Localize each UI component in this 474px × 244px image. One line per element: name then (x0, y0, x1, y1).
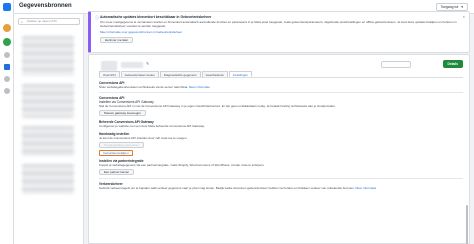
data-sources-icon[interactable] (4, 64, 10, 70)
list-item-redacted[interactable] (22, 84, 74, 118)
add-gateway-button[interactable]: Nieuwe gateway toevoegen (99, 110, 146, 116)
account-avatar-icon[interactable] (3, 24, 11, 32)
list-item-redacted[interactable] (22, 36, 74, 76)
settings-content: Conversions API Stuur websitegebeurtenis… (99, 81, 463, 190)
generate-token-button[interactable]: Toegangstoken genereren (99, 142, 144, 148)
edit-icon[interactable]: ✎ (146, 61, 149, 66)
data-source-detail-card: ✎ Details Overzicht Gebeurtenissen teste… (88, 54, 470, 244)
capi-learn-more-link[interactable]: Meer informatie (189, 85, 210, 89)
divider (99, 178, 463, 179)
divider (99, 92, 463, 93)
choose-partner-button[interactable]: Een partner kiezen (99, 169, 135, 175)
chevron-down-icon: ▾ (461, 4, 463, 9)
banner-title: Automatische updates binnenkort beschikb… (100, 15, 212, 19)
tab-test-events[interactable]: Gebeurtenissen testen (120, 71, 159, 77)
view-instructions-link[interactable]: Instructies bekijken (99, 150, 133, 156)
search-placeholder: Zoeken op naam of ID (27, 19, 57, 23)
details-button[interactable]: Details (442, 60, 463, 68)
tab-settings[interactable]: Instellingen (228, 71, 252, 77)
data-source-list: ⌕ Zoeken op naam of ID (14, 14, 84, 244)
manual-setup-text: Je kunt de Conversions API instellen doo… (99, 136, 188, 140)
update-banner: ⓘ × Automatische updates binnenkort besc… (88, 11, 470, 53)
close-icon[interactable]: × (463, 14, 465, 19)
app-rail (0, 0, 14, 244)
add-icon[interactable] (3, 38, 11, 46)
settings-icon[interactable] (4, 76, 10, 82)
pixel-icon (101, 61, 117, 71)
gateway-text: Stel de Conversions API in met de Conver… (99, 104, 336, 108)
traffic-text: Gebruik verkeersregels om te bepalen wel… (99, 186, 463, 190)
account-selector-label: Toegang tot (440, 4, 459, 9)
partner-text: Koppel je websitegegevens via een partne… (99, 163, 265, 167)
capi-intro: Stuur websitegebeurtenissen rechtstreeks… (99, 85, 463, 89)
traffic-text-body: Gebruik verkeersregels om te bepalen wel… (99, 186, 355, 190)
banner-text: Om meer meetgegevens te verzamelen worde… (100, 20, 457, 28)
search-input[interactable]: ⌕ Zoeken op naam of ID (18, 18, 80, 25)
date-range-select[interactable] (381, 61, 411, 68)
search-icon: ⌕ (21, 20, 23, 24)
banner-link[interactable]: Meer informatie over gegevensbronnen in … (100, 30, 463, 34)
overview-icon[interactable] (4, 52, 10, 58)
scrollbar[interactable] (466, 205, 468, 244)
managed-gateway-text: Configureer je website met een door Meta… (99, 124, 205, 128)
pixel-name-redacted (121, 62, 143, 68)
traffic-learn-more-link[interactable]: Meer informatie (356, 186, 377, 190)
list-item-redacted[interactable] (22, 164, 74, 194)
tab-history[interactable]: Geschiedenis (201, 71, 228, 77)
tab-overview[interactable]: Overzicht (99, 71, 120, 77)
capi-intro-text: Stuur websitegebeurtenissen rechtstreeks… (99, 85, 189, 89)
tab-bar: Overzicht Gebeurtenissen testen Diagnost… (99, 71, 463, 78)
info-icon: ⓘ (95, 15, 99, 20)
page-title: Gegevensbronnen (19, 3, 72, 9)
partner-icon[interactable] (4, 88, 10, 94)
meta-logo-icon[interactable] (3, 3, 11, 11)
remind-later-button[interactable]: Herinner me later (100, 37, 134, 43)
list-item-redacted[interactable] (22, 126, 74, 156)
tab-diagnostics[interactable]: Diagnostische gegevens (159, 71, 201, 77)
account-selector[interactable]: Toegang tot ▾ (435, 3, 468, 11)
